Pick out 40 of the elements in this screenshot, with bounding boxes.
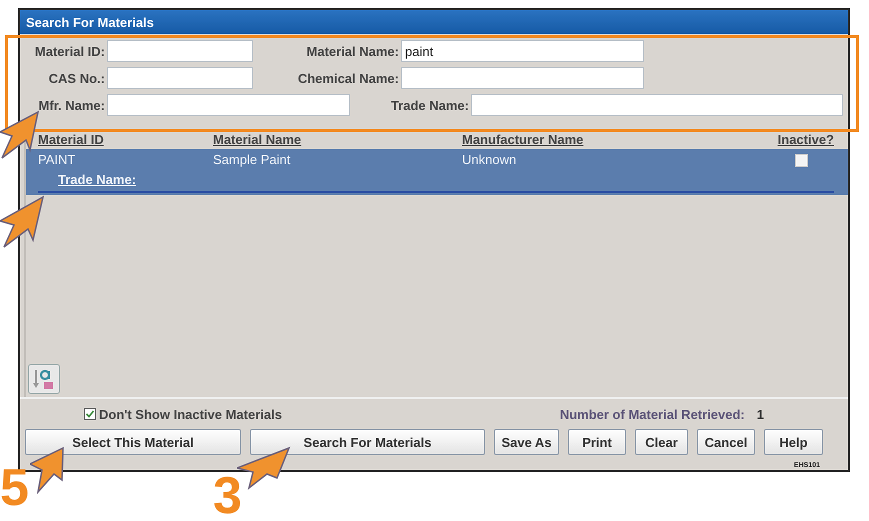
sort-icon xyxy=(32,367,56,391)
action-button[interactable]: Print xyxy=(568,429,626,455)
sort-button[interactable] xyxy=(28,364,60,394)
action-button[interactable]: Select This Material xyxy=(25,429,241,455)
column-header[interactable]: Inactive? xyxy=(778,132,834,147)
column-header[interactable]: Material ID xyxy=(38,132,104,147)
retrieved-label: Number of Material Retrieved: xyxy=(560,406,745,422)
table-row[interactable]: PAINT Sample Paint Unknown Trade Name: xyxy=(26,149,848,195)
field-label: Mfr. Name: xyxy=(38,98,106,112)
pointer-arrow xyxy=(30,446,64,494)
input-field[interactable] xyxy=(471,94,843,116)
input-field[interactable]: paint xyxy=(401,40,644,62)
input-field[interactable] xyxy=(107,94,350,116)
column-header[interactable]: Manufacturer Name xyxy=(462,132,584,147)
retrieved-count: 1 xyxy=(756,406,764,422)
action-button[interactable]: Cancel xyxy=(697,429,755,455)
table-cell: PAINT xyxy=(38,152,76,167)
action-button[interactable]: Save As xyxy=(494,429,559,455)
pointer-arrow xyxy=(0,110,40,159)
input-field[interactable] xyxy=(401,67,644,89)
field-label: Trade Name: xyxy=(390,98,470,112)
trade-name-link[interactable]: Trade Name: xyxy=(58,172,136,187)
input-field[interactable] xyxy=(107,67,253,89)
callout-number: 3 xyxy=(213,470,242,521)
field-label: Chemical Name: xyxy=(296,70,400,86)
window-title: Search For Materials xyxy=(26,14,154,30)
field-label: CAS No.: xyxy=(48,70,106,86)
table-cell: Sample Paint xyxy=(213,152,290,167)
action-button[interactable]: Clear xyxy=(635,429,688,455)
field-label: Material Name: xyxy=(306,44,400,58)
action-button[interactable]: Search For Materials xyxy=(250,429,485,455)
pointer-arrow xyxy=(0,196,44,248)
action-button[interactable]: Help xyxy=(764,429,823,455)
checkbox-label: Don't Show Inactive Materials xyxy=(99,406,282,422)
table-cell: Unknown xyxy=(462,152,516,167)
input-field[interactable] xyxy=(107,40,253,62)
field-label: Material ID: xyxy=(34,44,106,58)
column-header[interactable]: Material Name xyxy=(213,132,302,147)
callout-number: 5 xyxy=(0,462,29,514)
checkbox[interactable] xyxy=(84,408,96,420)
